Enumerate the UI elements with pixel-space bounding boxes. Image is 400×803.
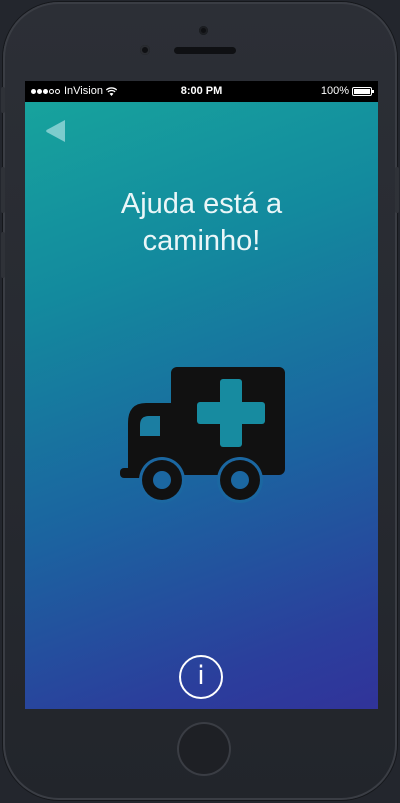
status-bar: InVision 8:00 PM 100%: [25, 81, 378, 102]
front-camera: [140, 45, 150, 55]
info-button[interactable]: i: [179, 655, 223, 699]
status-right: 100%: [320, 85, 374, 97]
mute-switch: [1, 87, 5, 113]
back-button[interactable]: [43, 118, 69, 144]
ambulance-icon: [120, 367, 285, 503]
volume-up-button: [1, 167, 5, 213]
back-arrow-icon: [46, 120, 65, 142]
info-icon: i: [197, 661, 205, 691]
title-line-1: Ajuda está a: [120, 188, 283, 220]
page-title: Ajuda está a caminho!: [25, 186, 378, 260]
home-button[interactable]: [177, 722, 231, 776]
power-button: [395, 167, 399, 213]
volume-down-button: [1, 232, 5, 278]
battery-percent: 100%: [320, 85, 349, 97]
camera-dot: [199, 26, 208, 35]
title-line-2: caminho!: [142, 225, 261, 257]
battery-icon: [352, 86, 374, 96]
help-on-the-way-screen: Ajuda está a caminho! i: [25, 102, 378, 709]
earpiece-speaker: [174, 47, 236, 54]
battery-level: [354, 88, 370, 94]
screen: InVision 8:00 PM 100% Ajuda está a camin…: [25, 81, 378, 709]
